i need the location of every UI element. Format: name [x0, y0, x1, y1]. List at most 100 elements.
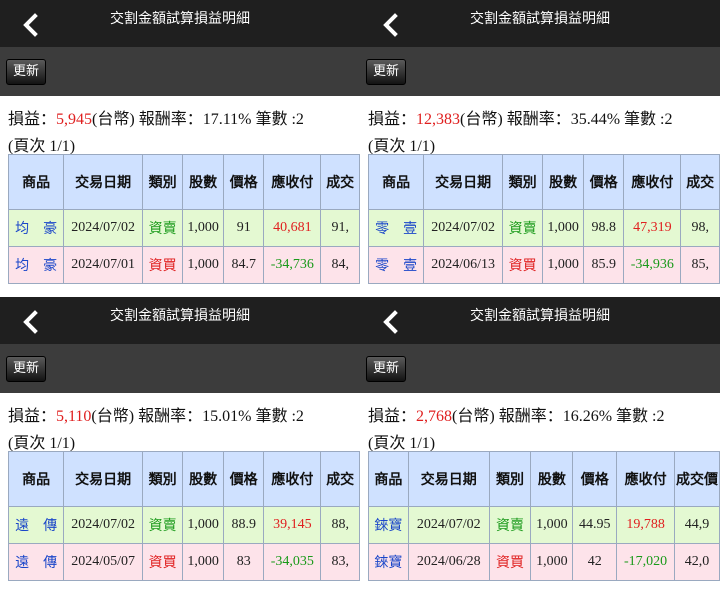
deal-cell: 84,	[320, 246, 360, 284]
type-cell: 資買	[488, 543, 532, 581]
profit-label: 損益：	[8, 408, 57, 425]
currency-label: (台幣)	[452, 408, 495, 425]
col-amount: 應收付	[623, 154, 682, 210]
col-price: 價格	[223, 451, 265, 507]
type-cell: 資賣	[488, 506, 532, 544]
table-row[interactable]: 均 豪 2024/07/02 資賣 1,000 91 40,681 91,	[7, 209, 360, 247]
table-row[interactable]: 錸寶 2024/06/28 資買 1,000 42 -17,020 42,0	[368, 543, 720, 581]
currency-label: (台幣)	[460, 111, 503, 128]
type-cell: 資賣	[142, 506, 184, 544]
col-deal: 成交價	[673, 451, 720, 507]
profit-label: 損益：	[368, 408, 417, 425]
result-panel: 交割金額試算損益明細 更新 損益：2,768(台幣) 報酬率：16.26% 筆數…	[360, 297, 720, 594]
product-cell[interactable]: 均 豪	[7, 209, 65, 247]
product-cell[interactable]: 遠 傳	[7, 506, 65, 544]
shares-cell: 1,000	[182, 209, 225, 247]
profit-amount: 5,110	[56, 408, 92, 425]
date-cell: 2024/05/07	[63, 543, 144, 581]
table-row[interactable]: 錸寶 2024/07/02 資賣 1,000 44.95 19,788 44,9	[368, 506, 720, 544]
type-cell: 資賣	[502, 209, 544, 247]
deal-cell: 88,	[320, 506, 360, 544]
table-row[interactable]: 零 壹 2024/07/02 資賣 1,000 98.8 47,319 98,	[367, 209, 720, 247]
return-rate: 報酬率：16.26%	[494, 408, 613, 425]
col-product: 商品	[7, 451, 65, 507]
toolbar: 更新	[0, 344, 360, 393]
col-type: 類別	[488, 451, 532, 507]
col-shares: 股數	[182, 154, 225, 210]
product-cell[interactable]: 零 壹	[367, 246, 425, 284]
amount-cell: -17,020	[616, 543, 675, 581]
refresh-button[interactable]: 更新	[6, 59, 47, 85]
deal-cell: 91,	[320, 209, 360, 247]
amount-cell: 19,788	[616, 506, 675, 544]
toolbar: 更新	[360, 344, 720, 393]
shares-cell: 1,000	[530, 543, 574, 581]
deal-cell: 85,	[680, 246, 720, 284]
type-cell: 資買	[142, 543, 184, 581]
type-cell: 資買	[502, 246, 544, 284]
product-cell[interactable]: 錸寶	[368, 543, 409, 581]
deal-cell: 42,0	[673, 543, 720, 581]
date-cell: 2024/07/02	[63, 506, 144, 544]
return-rate: 報酬率：15.01%	[134, 408, 252, 425]
refresh-button[interactable]: 更新	[6, 356, 47, 382]
product-cell[interactable]: 遠 傳	[7, 543, 65, 581]
profit-amount: 5,945	[56, 111, 93, 128]
product-cell[interactable]: 零 壹	[367, 209, 425, 247]
price-cell: 91	[223, 209, 265, 247]
date-cell: 2024/06/13	[423, 246, 504, 284]
price-cell: 88.9	[223, 506, 265, 544]
record-count: 筆數 :2	[251, 408, 304, 425]
shares-cell: 1,000	[530, 506, 574, 544]
col-type: 類別	[502, 154, 544, 210]
col-shares: 股數	[182, 451, 225, 507]
col-product: 商品	[7, 154, 65, 210]
amount-cell: -34,035	[263, 543, 322, 581]
type-cell: 資買	[142, 246, 184, 284]
price-cell: 85.9	[583, 246, 625, 284]
product-cell[interactable]: 錸寶	[368, 506, 409, 544]
price-cell: 84.7	[223, 246, 265, 284]
col-product: 商品	[368, 451, 409, 507]
table-header: 商品 交易日期 類別 股數 價格 應收付 成交價	[368, 451, 720, 507]
col-date: 交易日期	[423, 154, 504, 210]
nav-header: 交割金額試算損益明細	[360, 0, 720, 47]
result-panel: 交割金額試算損益明細 更新 損益：12,383(台幣) 報酬率：35.44% 筆…	[360, 0, 720, 297]
refresh-button[interactable]: 更新	[366, 59, 407, 85]
col-amount: 應收付	[263, 154, 322, 210]
table-row[interactable]: 零 壹 2024/06/13 資買 1,000 85.9 -34,936 85,	[367, 246, 720, 284]
profit-label: 損益：	[368, 111, 417, 128]
amount-cell: 47,319	[623, 209, 682, 247]
col-amount: 應收付	[616, 451, 675, 507]
currency-label: (台幣)	[91, 408, 135, 425]
result-panel: 交割金額試算損益明細 更新 損益：5,945(台幣) 報酬率：17.11% 筆數…	[0, 0, 360, 297]
col-date: 交易日期	[63, 154, 144, 210]
page-title: 交割金額試算損益明細	[110, 308, 250, 324]
col-price: 價格	[223, 154, 265, 210]
type-cell: 資賣	[142, 209, 184, 247]
table-row[interactable]: 遠 傳 2024/05/07 資買 1,000 83 -34,035 83,	[7, 543, 360, 581]
product-cell[interactable]: 均 豪	[7, 246, 65, 284]
amount-cell: 39,145	[263, 506, 322, 544]
result-panel: 交割金額試算損益明細 更新 損益：5,110(台幣) 報酬率：15.01% 筆數…	[0, 297, 360, 594]
record-count: 筆數 :2	[251, 111, 304, 128]
col-price: 價格	[583, 154, 625, 210]
price-cell: 83	[223, 543, 265, 581]
deal-cell: 44,9	[673, 506, 720, 544]
amount-cell: -34,936	[623, 246, 682, 284]
col-deal: 成交	[320, 451, 360, 507]
refresh-button[interactable]: 更新	[366, 356, 407, 382]
col-date: 交易日期	[407, 451, 490, 507]
nav-header: 交割金額試算損益明細	[0, 0, 360, 47]
profit-summary: 損益：12,383(台幣) 報酬率：35.44% 筆數 :2	[368, 105, 672, 129]
shares-cell: 1,000	[182, 246, 225, 284]
col-deal: 成交	[320, 154, 360, 210]
profit-amount: 12,383	[416, 111, 461, 128]
page-indicator: (頁次 1/1)	[8, 435, 76, 452]
page-indicator: (頁次 1/1)	[368, 138, 436, 155]
deal-cell: 98,	[680, 209, 720, 247]
table-row[interactable]: 均 豪 2024/07/01 資買 1,000 84.7 -34,736 84,	[7, 246, 360, 284]
page-title: 交割金額試算損益明細	[470, 308, 610, 324]
shares-cell: 1,000	[182, 506, 225, 544]
table-row[interactable]: 遠 傳 2024/07/02 資賣 1,000 88.9 39,145 88,	[7, 506, 360, 544]
